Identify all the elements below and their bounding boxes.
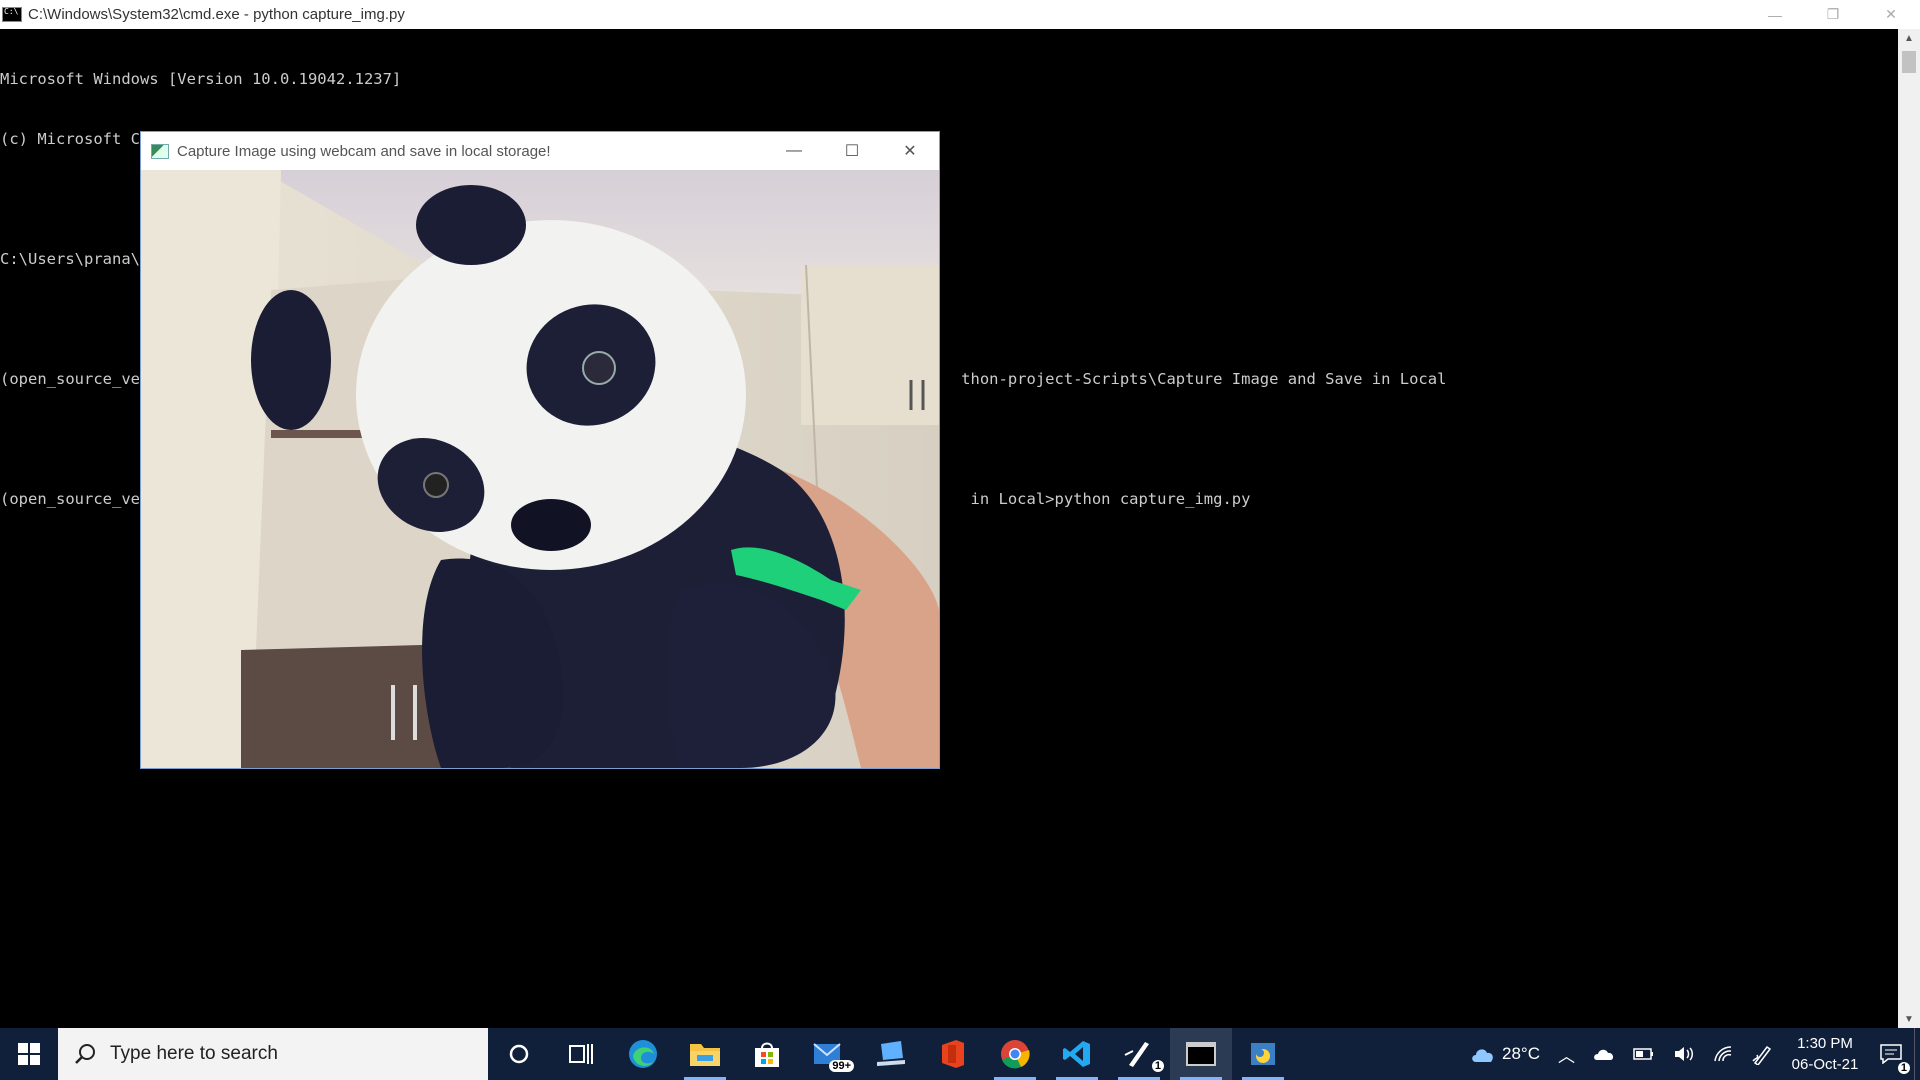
- scroll-down-arrow-icon[interactable]: ▼: [1898, 1010, 1920, 1028]
- clock-time: 1:30 PM: [1797, 1035, 1853, 1052]
- folder-icon: [690, 1044, 720, 1066]
- cmd-window-controls: — ❐ ✕: [1746, 0, 1920, 29]
- webcam-frame: [141, 170, 939, 768]
- notification-count-badge: 1: [1897, 1062, 1910, 1074]
- clock-date: 06-Oct-21: [1791, 1056, 1859, 1073]
- taskbar-snip[interactable]: 1: [1108, 1028, 1170, 1080]
- taskbar-clock[interactable]: 1:30 PM 06-Oct-21: [1782, 1028, 1868, 1080]
- taskbar-cmd[interactable]: [1170, 1028, 1232, 1080]
- search-icon: [75, 1044, 95, 1064]
- cortana-button[interactable]: [488, 1028, 550, 1080]
- cortana-circle-icon: [509, 1044, 529, 1064]
- show-hidden-icons-chevron-icon[interactable]: ︿: [1549, 1028, 1584, 1080]
- onedrive-cloud-icon[interactable]: [1584, 1028, 1624, 1080]
- wifi-icon[interactable]: [1704, 1028, 1742, 1080]
- taskbar-python[interactable]: [1232, 1028, 1294, 1080]
- capture-window-title: Capture Image using webcam and save in l…: [177, 142, 551, 160]
- taskbar-chrome[interactable]: [984, 1028, 1046, 1080]
- pen-workspace-icon[interactable]: [1742, 1028, 1782, 1080]
- cmd-minimize-button[interactable]: —: [1746, 0, 1804, 29]
- search-placeholder: Type here to search: [110, 1043, 278, 1064]
- pen-badge: 1: [1151, 1060, 1164, 1072]
- chrome-icon: [1001, 1040, 1030, 1069]
- taskbar-edge[interactable]: [612, 1028, 674, 1080]
- task-view-icon: [569, 1044, 593, 1064]
- weather-temperature: 28°C: [1502, 1044, 1540, 1063]
- mail-unread-badge: 99+: [829, 1060, 854, 1072]
- capture-window: Capture Image using webcam and save in l…: [140, 131, 940, 769]
- start-button[interactable]: [0, 1028, 58, 1080]
- python-window-icon: [1251, 1043, 1275, 1065]
- console-line: Microsoft Windows [Version 10.0.19042.12…: [0, 70, 402, 88]
- battery-icon[interactable]: [1624, 1028, 1664, 1080]
- scroll-up-arrow-icon[interactable]: ▲: [1898, 29, 1920, 47]
- taskbar-search-box[interactable]: Type here to search: [58, 1028, 488, 1080]
- weather-widget[interactable]: 28°C: [1461, 1028, 1549, 1080]
- notification-center-button[interactable]: 1: [1868, 1028, 1914, 1080]
- pen-sketch-icon: [1124, 1042, 1149, 1067]
- windows-logo-icon: [18, 1043, 40, 1065]
- store-bag-icon: [755, 1042, 779, 1067]
- command-prompt-icon: [1186, 1042, 1216, 1066]
- cmd-restore-button[interactable]: ❐: [1804, 0, 1862, 29]
- taskbar-file-explorer[interactable]: [674, 1028, 736, 1080]
- system-tray: 28°C ︿ 1:30 PM 06-Oct-21 1: [1461, 1028, 1920, 1080]
- notification-icon: [1880, 1044, 1902, 1064]
- capture-window-controls: — ☐ ✕: [765, 132, 939, 170]
- capture-minimize-button[interactable]: —: [765, 132, 823, 170]
- cloud-weather-icon: [1472, 1049, 1493, 1062]
- cmd-close-button[interactable]: ✕: [1862, 0, 1920, 29]
- volume-icon[interactable]: [1664, 1028, 1704, 1080]
- task-view-button[interactable]: [550, 1028, 612, 1080]
- edge-browser-icon: [629, 1040, 657, 1068]
- laptop-icon: [877, 1041, 905, 1066]
- taskbar-remote-desktop[interactable]: [860, 1028, 922, 1080]
- capture-close-button[interactable]: ✕: [881, 132, 939, 170]
- taskbar-mail[interactable]: 99+: [798, 1028, 860, 1080]
- cmd-titlebar[interactable]: C:\Windows\System32\cmd.exe - python cap…: [0, 0, 1920, 29]
- console-scrollbar[interactable]: ▲ ▼: [1898, 29, 1920, 1028]
- taskbar-store[interactable]: [736, 1028, 798, 1080]
- taskbar-vscode[interactable]: [1046, 1028, 1108, 1080]
- office-icon: [942, 1040, 964, 1068]
- cmd-app-icon: [2, 7, 22, 22]
- capture-maximize-button[interactable]: ☐: [823, 132, 881, 170]
- webcam-frame-image: [141, 170, 939, 768]
- show-desktop-button[interactable]: [1914, 1028, 1920, 1080]
- scroll-thumb[interactable]: [1902, 51, 1916, 73]
- webcam-frame-icon: [151, 143, 169, 159]
- capture-titlebar[interactable]: Capture Image using webcam and save in l…: [141, 132, 939, 170]
- cmd-window-title: C:\Windows\System32\cmd.exe - python cap…: [28, 6, 405, 23]
- taskbar: Type here to search 99+ 1 28°C ︿ 1:30 PM…: [0, 1028, 1920, 1080]
- taskbar-office[interactable]: [922, 1028, 984, 1080]
- vscode-icon: [1063, 1041, 1090, 1067]
